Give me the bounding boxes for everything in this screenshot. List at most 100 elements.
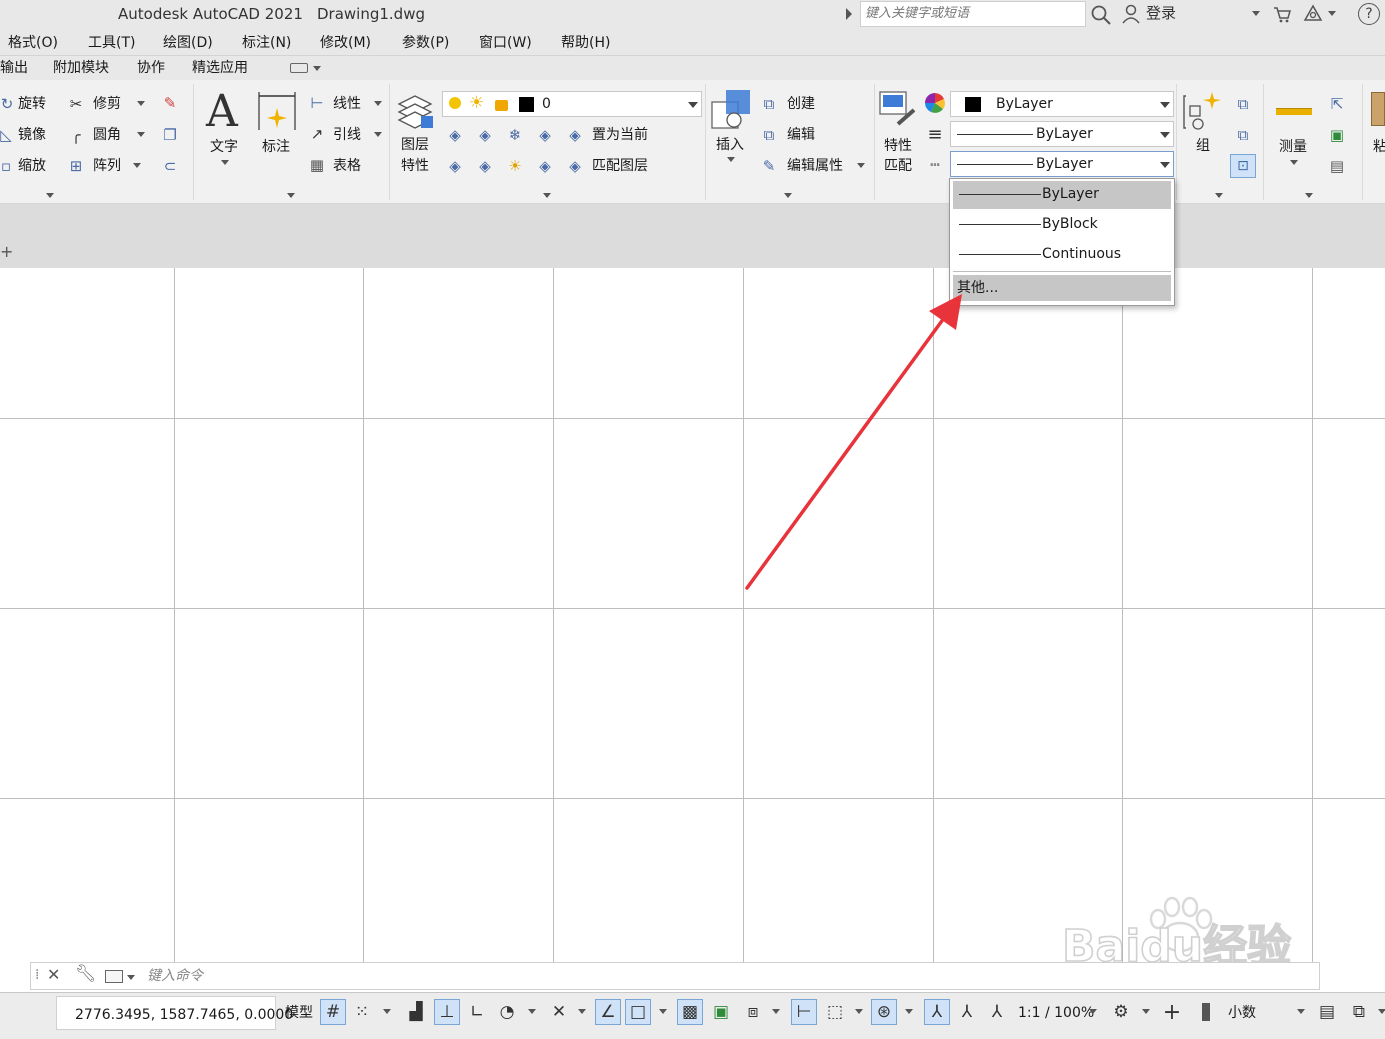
- trim-dropdown-icon[interactable]: [137, 101, 145, 106]
- edit-block-button[interactable]: 编辑: [787, 128, 815, 142]
- insert-dropdown-icon[interactable]: [727, 157, 735, 162]
- linear-button[interactable]: 线性: [333, 97, 361, 111]
- transparency-icon[interactable]: ▩: [677, 999, 703, 1025]
- annotation-visibility-icon[interactable]: ⅄: [924, 999, 950, 1025]
- layer-properties-icon[interactable]: [395, 90, 437, 132]
- annotation-scale-icon[interactable]: ⅄: [984, 999, 1010, 1025]
- linetype-option-byblock[interactable]: ByBlock: [953, 211, 1171, 239]
- create-block-icon[interactable]: ⧉: [758, 94, 780, 114]
- fillet-icon[interactable]: ╭: [66, 125, 86, 145]
- tab-output[interactable]: 输出: [0, 61, 28, 75]
- linetype-icon[interactable]: ┅: [924, 154, 946, 176]
- text-dropdown-icon[interactable]: [221, 160, 229, 165]
- match-layer-button[interactable]: 匹配图层: [592, 159, 648, 173]
- lineweight-dropdown[interactable]: ByLayer: [950, 121, 1174, 147]
- layer-on-icon[interactable]: [449, 97, 461, 109]
- annotation-monitor-icon[interactable]: +: [1159, 999, 1185, 1025]
- match-properties-icon[interactable]: [878, 90, 920, 134]
- workspace-dropdown-icon[interactable]: [1142, 1009, 1150, 1014]
- 3d-osnap-dropdown-icon[interactable]: [772, 1009, 780, 1014]
- array-dropdown-icon[interactable]: [133, 163, 141, 168]
- paste-icon[interactable]: [1371, 92, 1385, 126]
- linetype-option-other[interactable]: 其他...: [953, 275, 1171, 301]
- layer-isolate-icon[interactable]: ◈: [474, 125, 496, 145]
- help-icon[interactable]: ?: [1358, 3, 1380, 25]
- copy-icon[interactable]: ❐: [160, 125, 180, 145]
- layer-on-all-icon[interactable]: ◈: [444, 156, 466, 176]
- insert-button[interactable]: 插入: [716, 138, 744, 152]
- leader-button[interactable]: 引线: [333, 128, 361, 142]
- layer-off-icon[interactable]: ◈: [444, 125, 466, 145]
- grid-display-icon[interactable]: #: [320, 999, 346, 1025]
- menu-dimension[interactable]: 标注(N): [242, 36, 291, 50]
- mirror-icon[interactable]: ◺: [0, 125, 12, 145]
- group-edit-icon[interactable]: ⧉: [1232, 125, 1254, 145]
- gizmo-dropdown-icon[interactable]: [905, 1009, 913, 1014]
- polar-dropdown-icon[interactable]: [528, 1009, 536, 1014]
- isometric-dropdown-icon[interactable]: [578, 1009, 586, 1014]
- utilities-panel-expand-icon[interactable]: [1305, 193, 1313, 198]
- layer-dropdown-arrow-icon[interactable]: [688, 102, 698, 108]
- color-dropdown-arrow-icon[interactable]: [1160, 102, 1170, 108]
- leader-icon[interactable]: ↗: [306, 124, 328, 144]
- lineweight-dropdown-arrow-icon[interactable]: [1160, 132, 1170, 138]
- selection-filter-icon[interactable]: ⬚: [822, 999, 848, 1025]
- dimension-button[interactable]: 标注: [262, 140, 290, 154]
- object-snap-tracking-icon[interactable]: ∠: [595, 999, 621, 1025]
- selection-cycling-icon[interactable]: ▣: [708, 999, 734, 1025]
- offset-icon[interactable]: ⊂: [160, 156, 180, 176]
- new-tab-icon[interactable]: +: [0, 244, 13, 260]
- scale-button[interactable]: 缩放: [18, 159, 46, 173]
- paste-button[interactable]: 粘: [1373, 140, 1385, 154]
- snap-dropdown-icon[interactable]: [383, 1009, 391, 1014]
- dimension-large-icon[interactable]: [256, 90, 298, 132]
- annotation-scale-value[interactable]: 1:1 / 100%: [1018, 1006, 1094, 1020]
- dynamic-ucs-icon[interactable]: ⊢: [791, 999, 817, 1025]
- fillet-dropdown-icon[interactable]: [137, 132, 145, 137]
- units-dropdown[interactable]: 小数: [1196, 999, 1306, 1025]
- login-dropdown-icon[interactable]: [1252, 11, 1260, 16]
- auto-scale-icon[interactable]: ⅄: [954, 999, 980, 1025]
- dynamic-input-icon[interactable]: ⊥: [434, 999, 460, 1025]
- tab-collaborate[interactable]: 协作: [137, 61, 165, 75]
- drawing-canvas[interactable]: [0, 268, 1385, 962]
- mirror-button[interactable]: 镜像: [18, 128, 46, 142]
- measure-icon[interactable]: [1276, 108, 1312, 115]
- rotate-button[interactable]: 旋转: [18, 97, 46, 111]
- units-dropdown-icon[interactable]: [1297, 1009, 1305, 1014]
- linear-dropdown-icon[interactable]: [374, 101, 382, 106]
- match-properties-label-1[interactable]: 特性: [884, 139, 912, 153]
- layer-thaw-all-icon[interactable]: ☀: [504, 156, 526, 176]
- select-similar-icon[interactable]: ⇱: [1326, 94, 1348, 114]
- scale-dropdown-icon[interactable]: [1089, 1009, 1097, 1014]
- lock-ui-icon[interactable]: ⧉: [1346, 999, 1372, 1025]
- linetype-option-continuous[interactable]: Continuous: [953, 241, 1171, 269]
- measure-dropdown-icon[interactable]: [1290, 160, 1298, 165]
- layer-dropdown[interactable]: ☀ 0: [442, 91, 702, 117]
- trim-icon[interactable]: ✂: [66, 94, 86, 114]
- table-icon[interactable]: ▦: [306, 155, 328, 175]
- a360-icon[interactable]: [1302, 3, 1324, 25]
- coordinates-box[interactable]: 2776.3495, 1587.7465, 0.0000: [56, 996, 293, 1030]
- cart-icon[interactable]: [1272, 4, 1292, 24]
- groups-panel-expand-icon[interactable]: [1215, 193, 1223, 198]
- menu-tools[interactable]: 工具(T): [88, 36, 135, 50]
- search-input[interactable]: 键入关键字或短语: [860, 1, 1086, 27]
- group-icon[interactable]: [1182, 90, 1222, 134]
- trim-button[interactable]: 修剪: [93, 97, 121, 111]
- color-wheel-icon[interactable]: [924, 92, 946, 114]
- object-snap-dropdown-icon[interactable]: [659, 1009, 667, 1014]
- make-current-button[interactable]: 置为当前: [592, 128, 648, 142]
- command-line[interactable]: ⁞ ✕ 🔧︎ 键入命令: [30, 962, 1320, 990]
- edit-block-icon[interactable]: ⧉: [758, 125, 780, 145]
- layers-panel-expand-icon[interactable]: [543, 193, 551, 198]
- panel-toggle-dropdown-icon[interactable]: [313, 66, 321, 71]
- leader-dropdown-icon[interactable]: [374, 132, 382, 137]
- customize-command-icon[interactable]: 🔧︎: [75, 966, 97, 983]
- edit-attribute-button[interactable]: 编辑属性: [787, 159, 843, 173]
- gizmo-icon[interactable]: ⊛: [871, 999, 897, 1025]
- menu-help[interactable]: 帮助(H): [561, 36, 610, 50]
- match-properties-label-2[interactable]: 匹配: [884, 159, 912, 173]
- lineweight-icon[interactable]: ≡: [924, 124, 946, 146]
- model-space-button[interactable]: 模型: [285, 1006, 313, 1020]
